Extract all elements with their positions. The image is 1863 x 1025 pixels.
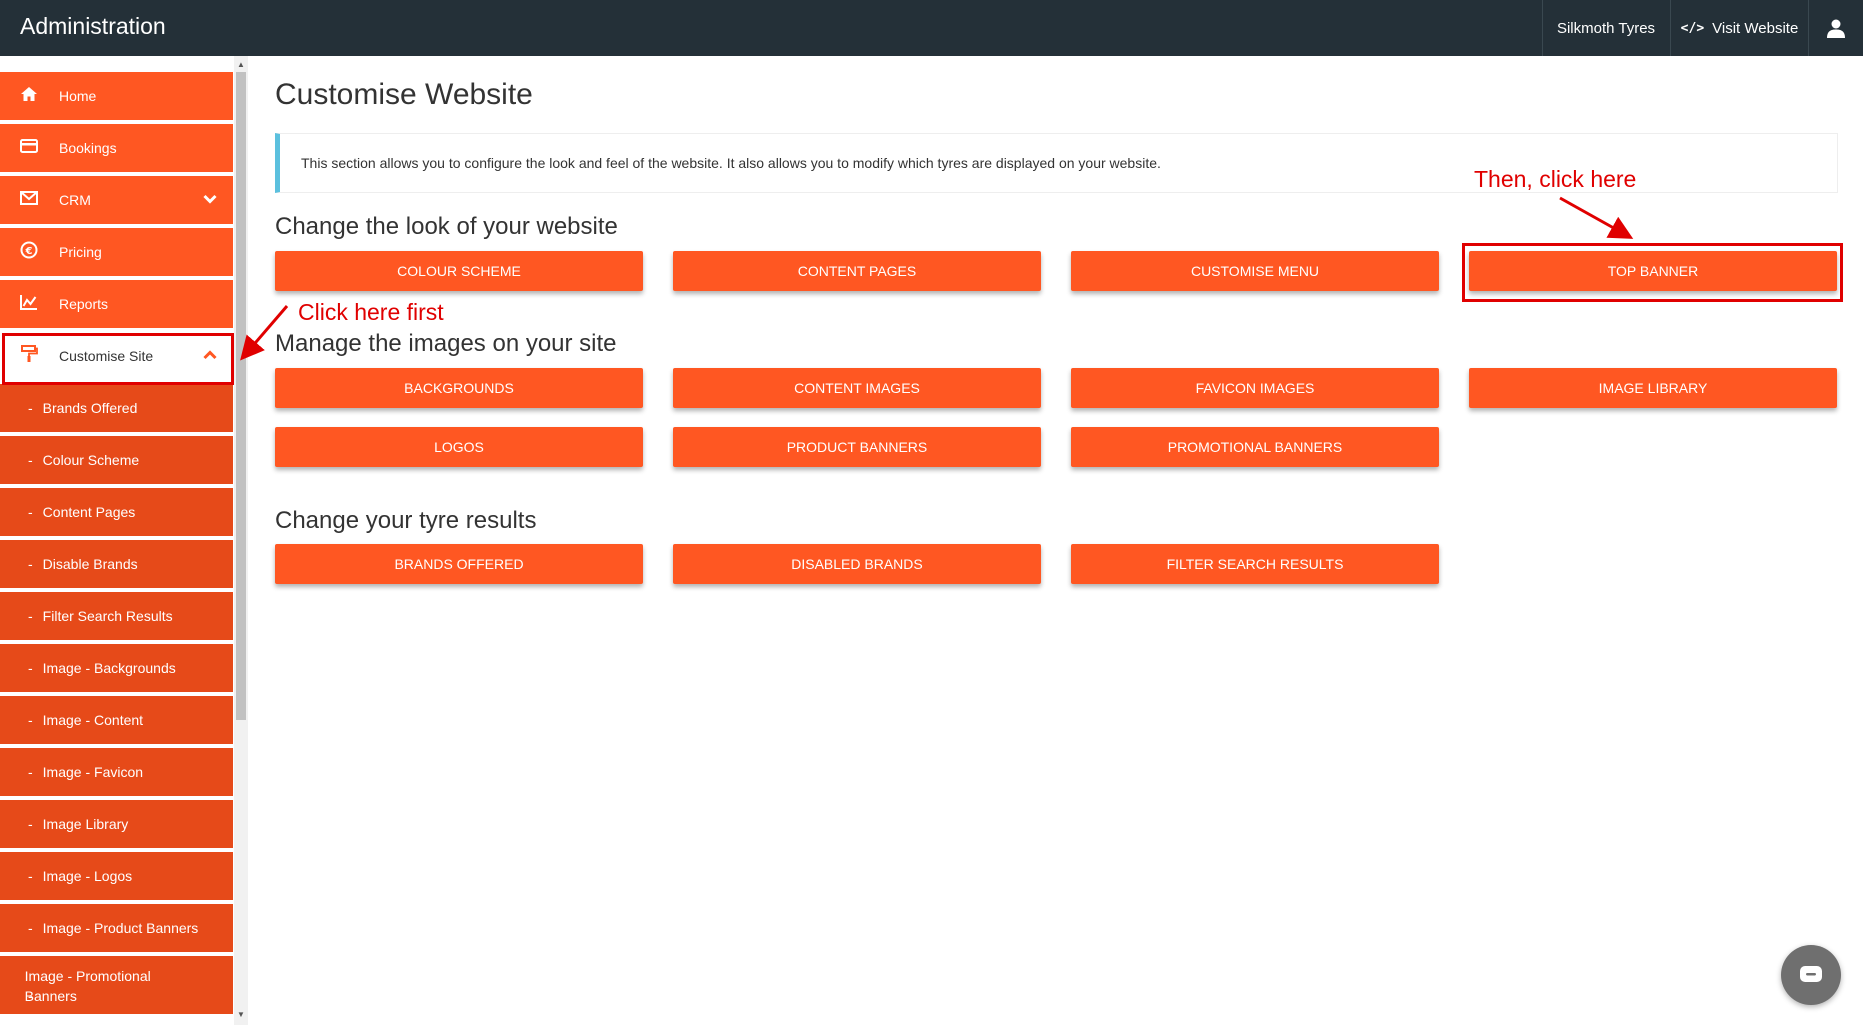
sidebar-item-label: Home (59, 88, 97, 104)
annotation-text-first: Click here first (298, 299, 444, 325)
sidebar-item-bookings[interactable]: Bookings (0, 124, 233, 174)
submenu-item-image-favicon[interactable]: - Image - Favicon (0, 748, 233, 798)
submenu-item-image-product-banners[interactable]: - Image - Product Banners (0, 904, 233, 954)
home-icon (19, 86, 39, 107)
submenu-item-label: Image - Logos (42, 868, 133, 884)
annotation-highlight-top-banner (1462, 243, 1843, 302)
user-menu-button[interactable] (1808, 0, 1863, 56)
submenu-item-content-pages[interactable]: - Content Pages (0, 488, 233, 538)
sidebar-item-label: Reports (59, 296, 109, 312)
sidebar-scrollbar-thumb[interactable] (236, 72, 246, 720)
submenu-item-image-logos[interactable]: - Image - Logos (0, 852, 233, 902)
submenu-item-label: Disable Brands (42, 556, 138, 572)
promotional-banners-button[interactable]: PROMOTIONAL BANNERS (1071, 427, 1439, 467)
chevron-down-icon (203, 191, 217, 207)
sidebar-item-home[interactable]: Home (0, 72, 233, 122)
submenu-item-brands-offered[interactable]: - Brands Offered (0, 384, 233, 434)
visit-website-link[interactable]: </> Visit Website (1670, 0, 1808, 56)
top-bar: Administration Silkmoth Tyres </> Visit … (0, 0, 1863, 56)
section-title-images: Manage the images on your site (275, 330, 617, 357)
content-pages-button[interactable]: CONTENT PAGES (673, 251, 1041, 291)
envelope-icon (19, 190, 39, 210)
image-library-button[interactable]: IMAGE LIBRARY (1469, 368, 1837, 408)
submenu-item-disable-brands[interactable]: - Disable Brands (0, 540, 233, 590)
submenu-item-colour-scheme[interactable]: - Colour Scheme (0, 436, 233, 486)
submenu-item-label: Content Pages (42, 504, 136, 520)
submenu-item-label: Image - Favicon (42, 764, 144, 780)
info-text: This section allows you to configure the… (301, 155, 1161, 171)
annotation-highlight-customise-site (2, 333, 234, 385)
section-title-tyre-results: Change your tyre results (275, 507, 537, 534)
visit-website-label: Visit Website (1712, 19, 1799, 37)
submenu-item-label: Colour Scheme (42, 452, 140, 468)
disabled-brands-button[interactable]: DISABLED BRANDS (673, 544, 1041, 584)
content-images-button[interactable]: CONTENT IMAGES (673, 368, 1041, 408)
submenu-item-label: Image - Content (42, 712, 144, 728)
svg-text:€: € (25, 246, 33, 257)
sidebar-item-reports[interactable]: Reports (0, 280, 233, 330)
main-content: Customise Website This section allows yo… (248, 56, 1863, 1025)
section-title-look: Change the look of your website (275, 213, 618, 240)
app-title: Administration (20, 13, 166, 39)
sidebar-item-label: CRM (59, 192, 91, 208)
submenu-item-image-library[interactable]: - Image Library (0, 800, 233, 850)
sidebar-item-label: Pricing (59, 244, 102, 260)
page-title: Customise Website (275, 78, 533, 111)
sidebar-item-label: Bookings (59, 140, 117, 156)
scroll-up-arrow-icon[interactable]: ▲ (236, 60, 246, 70)
code-icon: </> (1680, 20, 1705, 36)
submenu-item-label: Filter Search Results (42, 608, 173, 624)
submenu-item-label: Image - Promotional Banners (24, 968, 151, 1004)
user-icon (1827, 19, 1845, 38)
submenu-item-filter-search-results[interactable]: - Filter Search Results (0, 592, 233, 642)
submenu-item-label: Image - Product Banners (42, 920, 199, 936)
submenu-item-label: Image - Backgrounds (42, 660, 176, 676)
card-icon (19, 138, 39, 158)
euro-icon: € (19, 241, 39, 264)
company-name[interactable]: Silkmoth Tyres (1542, 0, 1669, 56)
annotation-text-then: Then, click here (1474, 166, 1637, 192)
chat-icon (1800, 966, 1822, 982)
chart-icon (19, 294, 39, 315)
colour-scheme-button[interactable]: COLOUR SCHEME (275, 251, 643, 291)
chat-widget-button[interactable] (1781, 945, 1841, 1005)
product-banners-button[interactable]: PRODUCT BANNERS (673, 427, 1041, 467)
logos-button[interactable]: LOGOS (275, 427, 643, 467)
sidebar-item-pricing[interactable]: € Pricing (0, 228, 233, 278)
filter-search-results-button[interactable]: FILTER SEARCH RESULTS (1071, 544, 1439, 584)
customise-menu-button[interactable]: CUSTOMISE MENU (1071, 251, 1439, 291)
submenu-item-image-backgrounds[interactable]: - Image - Backgrounds (0, 644, 233, 694)
submenu-item-image-content[interactable]: - Image - Content (0, 696, 233, 746)
sidebar: Home Bookings CRM € Pricing Reports Cust… (0, 56, 233, 1025)
sidebar-item-crm[interactable]: CRM (0, 176, 233, 226)
backgrounds-button[interactable]: BACKGROUNDS (275, 368, 643, 408)
submenu-item-label: Brands Offered (42, 400, 138, 416)
favicon-images-button[interactable]: FAVICON IMAGES (1071, 368, 1439, 408)
submenu-item-label: Image Library (42, 816, 129, 832)
brands-offered-button[interactable]: BRANDS OFFERED (275, 544, 643, 584)
scroll-down-arrow-icon[interactable]: ▼ (236, 1010, 246, 1020)
submenu-item-image-promotional-banners[interactable]: -Image - Promotional Banners (0, 956, 233, 1016)
